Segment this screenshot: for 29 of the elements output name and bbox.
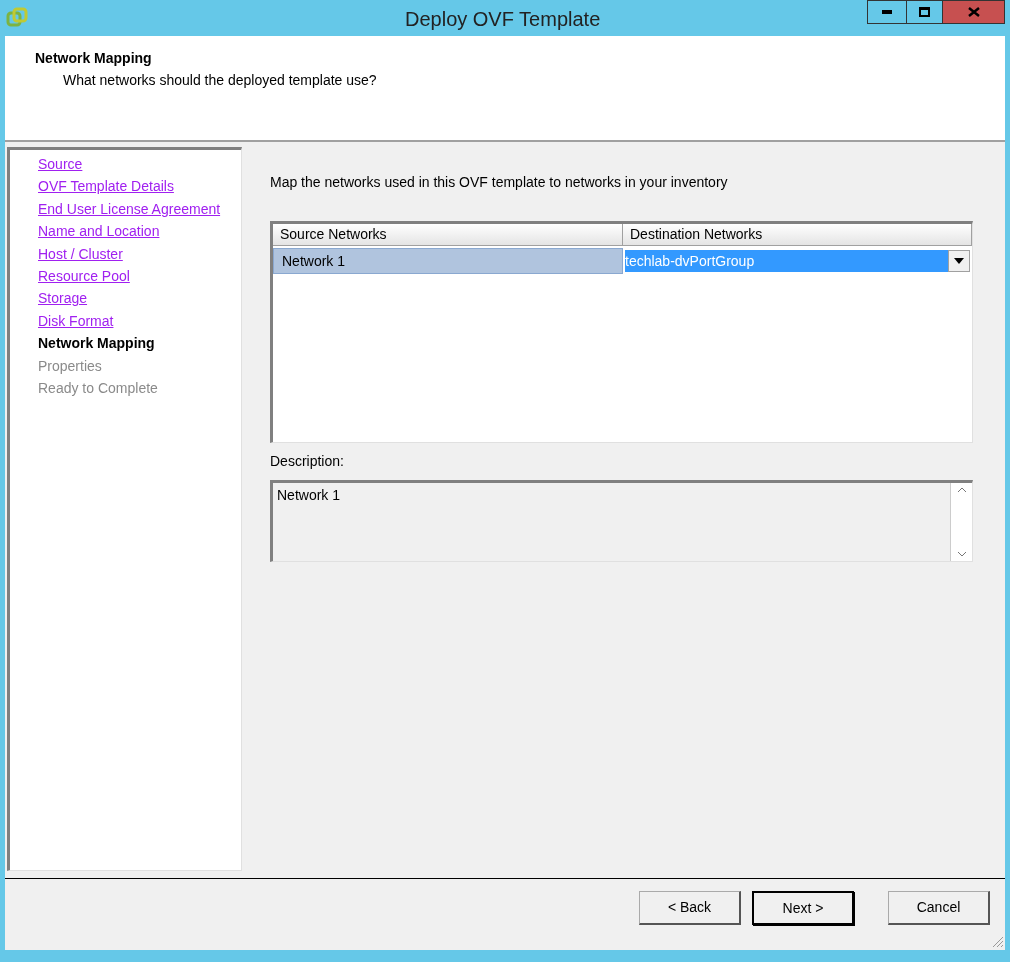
minimize-button[interactable] <box>867 0 907 24</box>
app-logo-icon <box>6 7 28 29</box>
window-title: Deploy OVF Template <box>405 7 601 32</box>
table-cell: Network 1 <box>273 248 623 274</box>
step-link[interactable]: Disk Format <box>38 309 114 333</box>
page-subtitle: What networks should the deployed template use? <box>62 71 378 90</box>
step-link[interactable]: Storage <box>38 287 88 310</box>
step-link[interactable]: OVF Template Details <box>38 175 174 198</box>
wizard-button[interactable]: Next > <box>752 891 854 925</box>
wizard-button[interactable]: < Back <box>639 891 741 925</box>
description-field[interactable]: Network 1 <box>270 480 973 562</box>
step-link[interactable]: Source <box>38 153 83 176</box>
step-link[interactable]: Name and Location <box>38 220 160 243</box>
description-label: Description: <box>270 452 345 471</box>
column-header[interactable]: Destination Networks <box>623 224 972 246</box>
step-link[interactable]: End User License Agreement <box>38 197 221 221</box>
close-icon <box>967 7 980 17</box>
page-title: Network Mapping <box>35 49 153 68</box>
wizard-button[interactable]: Cancel <box>888 891 990 925</box>
caret-icon <box>954 258 964 264</box>
close-button[interactable] <box>943 0 1005 24</box>
step-link[interactable]: Resource Pool <box>38 265 130 288</box>
scroll-down-icon <box>956 551 967 557</box>
step-link[interactable]: Host / Cluster <box>38 242 123 266</box>
scroll-up-icon <box>956 487 967 493</box>
column-header[interactable]: Source Networks <box>273 224 623 246</box>
instruction-text: Map the networks used in this OVF template to networks in your inventory <box>270 173 729 192</box>
resize-grip-icon <box>990 934 1004 948</box>
scrollbar[interactable] <box>950 483 972 561</box>
